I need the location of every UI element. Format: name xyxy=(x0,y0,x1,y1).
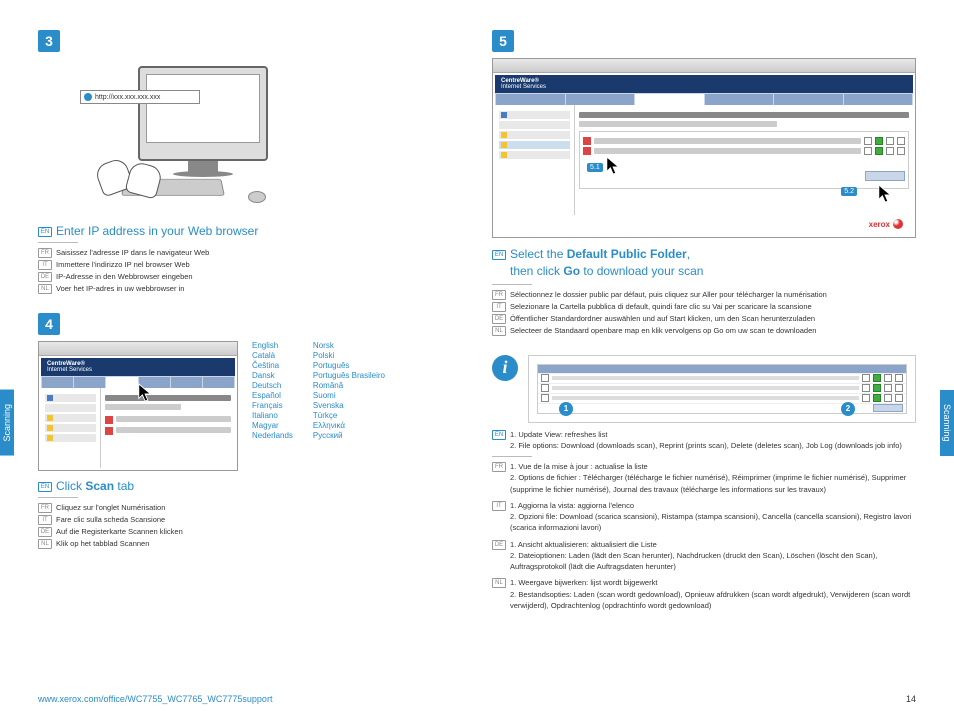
side-tab-right: Scanning xyxy=(940,390,954,456)
page-number: 14 xyxy=(906,694,916,704)
side-tab-left: Scanning xyxy=(0,390,14,456)
xerox-ball-icon xyxy=(893,219,903,229)
info-panel-illustration: 1 2 xyxy=(528,355,916,423)
step-badge-4: 4 xyxy=(38,313,60,335)
cursor-icon xyxy=(137,382,155,404)
document-page: Scanning Scanning 3 http://xxx.xxx.xxx.x… xyxy=(0,0,954,716)
step3-heading: ENEnter IP address in your Web browser xyxy=(38,224,462,238)
mouse-icon xyxy=(248,191,266,203)
step-3: 3 http://xxx.xxx.xxx.xxx xyxy=(38,30,462,295)
right-column: 5 CentreWare® Internet Services xyxy=(492,30,916,696)
footer: www.xerox.com/office/WC7755_WC7765_WC777… xyxy=(38,694,916,704)
footer-url: www.xerox.com/office/WC7755_WC7765_WC777… xyxy=(38,694,272,704)
step-4: 4 CentreWare® Internet Services xyxy=(38,313,462,550)
browser-mock-step5: CentreWare® Internet Services xyxy=(492,58,916,238)
circle-2: 2 xyxy=(841,402,855,416)
callout-5-1: 5.1 xyxy=(587,163,603,172)
step4-translations: FRCliquez sur l'onglet Numérisation ITFa… xyxy=(38,502,462,550)
step-badge-3: 3 xyxy=(38,30,60,52)
info-section: i 1 2 EN1. U xyxy=(492,355,916,617)
cursor-icon xyxy=(605,155,623,177)
monitor-icon: http://xxx.xxx.xxx.xxx xyxy=(138,66,268,161)
step5-heading: ENSelect the Default Public Folder, then… xyxy=(492,246,916,280)
browser-mock-step4: CentreWare® Internet Services xyxy=(38,341,238,471)
hands-icon xyxy=(88,156,168,196)
lang-badge-en: EN xyxy=(38,227,52,237)
step3-translations: FRSaisissez l'adresse IP dans le navigat… xyxy=(38,247,462,295)
computer-illustration: http://xxx.xxx.xxx.xxx xyxy=(68,56,298,216)
lang-col-1: EnglishCatalàČeštinaDanskDeutschEspañolF… xyxy=(252,341,293,440)
circle-1: 1 xyxy=(559,402,573,416)
language-list: EnglishCatalàČeštinaDanskDeutschEspañolF… xyxy=(252,341,385,440)
info-icon: i xyxy=(492,355,518,381)
cursor-icon xyxy=(877,183,895,205)
step-badge-5: 5 xyxy=(492,30,514,52)
lang-col-2: NorskPolskiPortuguêsPortuguês Brasileiro… xyxy=(313,341,385,440)
cw-subtitle: Internet Services xyxy=(47,367,229,373)
url-bar: http://xxx.xxx.xxx.xxx xyxy=(80,90,200,104)
callout-5-2: 5.2 xyxy=(841,187,857,196)
left-column: 3 http://xxx.xxx.xxx.xxx xyxy=(38,30,462,696)
xerox-logo: xerox xyxy=(869,219,903,229)
info-translations: EN1. Update View: refreshes list2. File … xyxy=(492,429,916,452)
url-text: http://xxx.xxx.xxx.xxx xyxy=(95,94,160,101)
step-5: 5 CentreWare® Internet Services xyxy=(492,30,916,337)
step5-translations: FRSélectionnez le dossier public par déf… xyxy=(492,289,916,337)
step4-heading: ENClick Scan tab xyxy=(38,479,462,493)
globe-icon xyxy=(84,93,92,101)
